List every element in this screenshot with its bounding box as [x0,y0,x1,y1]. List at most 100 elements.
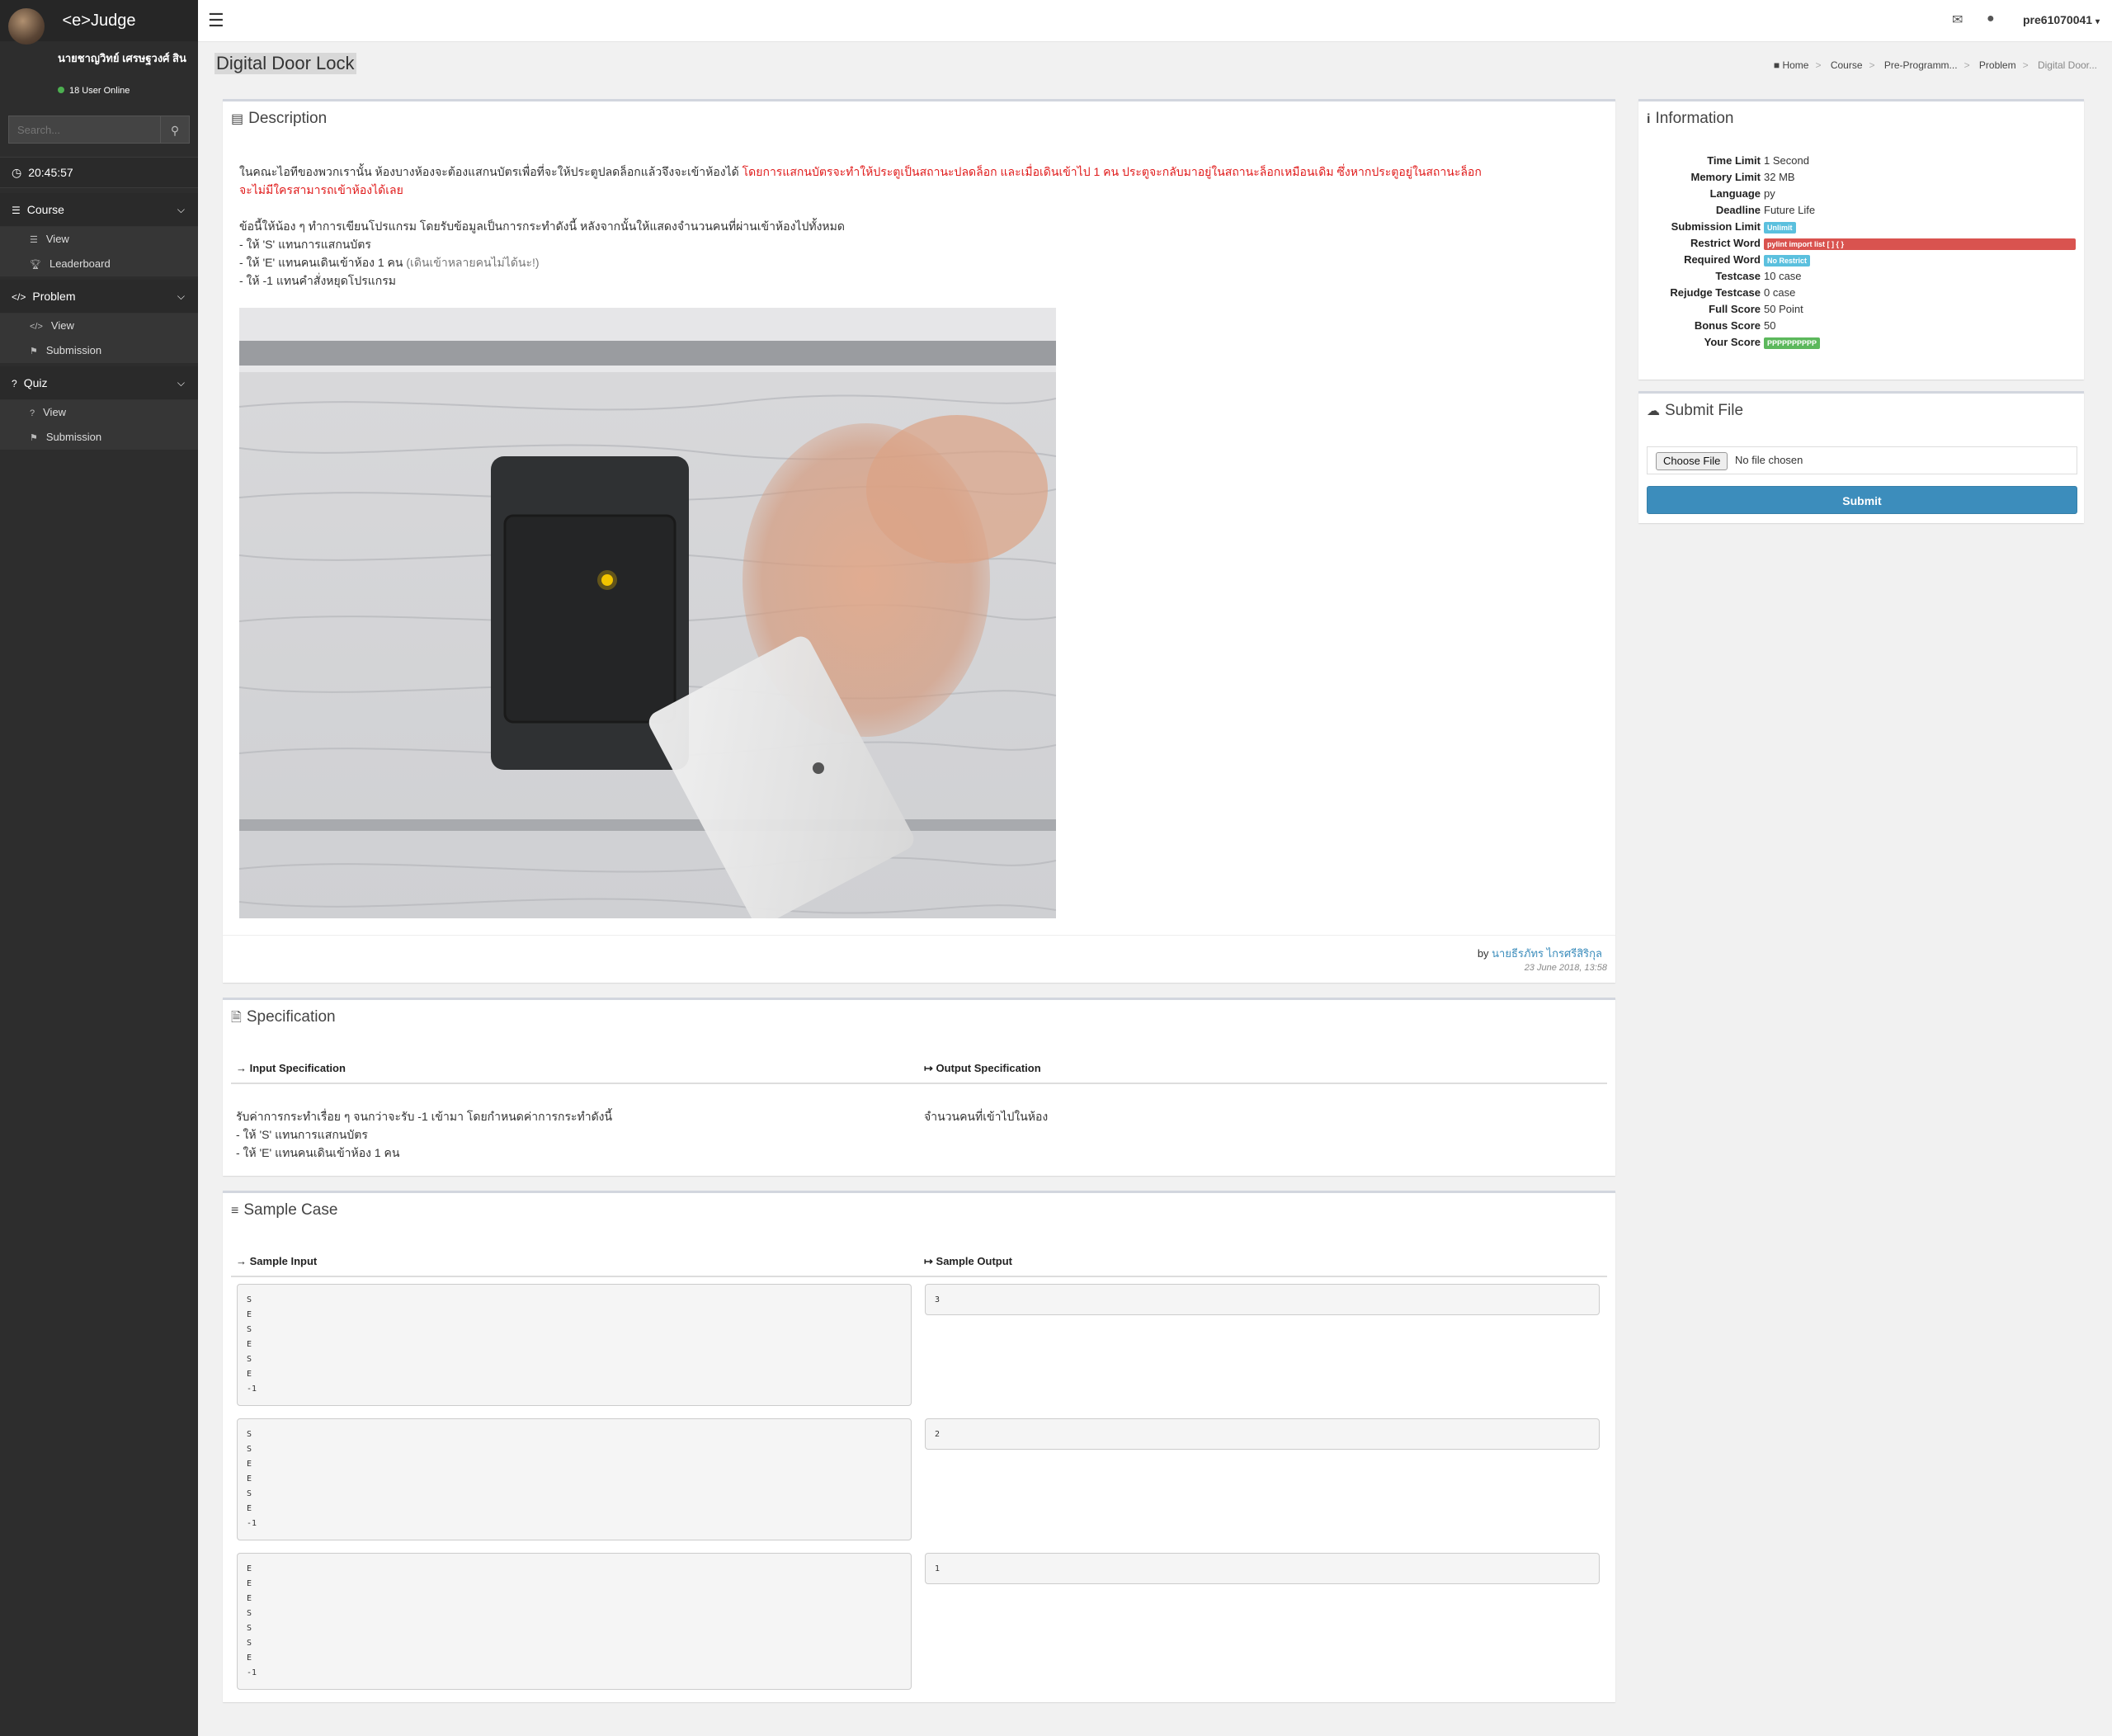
info-label: Language [1709,187,1761,200]
description-para1-highlight: โดยการแสกนบัตรจะทำให้ประตูเป็นสถานะปลดล็… [742,165,1482,178]
info-row-your-score: Your Score PPPPPPPPPP [1638,336,2084,352]
mail-icon[interactable]: ✉︎ [1952,12,1963,28]
breadcrumb-problem[interactable]: Problem [1979,59,2016,71]
info-row-bonus-score: Bonus Score 50 [1638,319,2084,336]
sign-out-icon: ↦ [924,1062,933,1074]
search-button[interactable]: ⚲ [160,116,190,144]
caret-down-icon: ▾ [2095,17,2100,26]
info-value: No Restrict [1764,253,1811,267]
info-label: Bonus Score [1694,319,1761,332]
choose-file-button[interactable]: Choose File [1656,452,1728,470]
info-label: Memory Limit [1690,171,1761,183]
description-para1: ในคณะไอทีของพวกเรานั้น ห้องบางห้องจะต้อง… [239,163,1592,199]
info-row-testcase: Testcase 10 case [1638,270,2084,286]
sample-case-panel: ≡ Sample Case → Sample Input ↦ Sample Out… [223,1191,1615,1702]
file-input[interactable]: Choose File No file chosen [1647,446,2077,474]
sample-input-3[interactable]: E E E S S S E -1 [237,1553,912,1690]
globe-icon[interactable]: ● [1987,12,1995,26]
sample-divider [231,1276,1607,1277]
info-value: 32 MB [1764,171,1795,183]
menu-quiz-submission[interactable]: ⚑ Submission [0,425,198,450]
info-label: Full Score [1709,303,1761,315]
online-status: 18 User Online [58,86,130,96]
menu-quiz-label: Quiz [23,376,48,389]
required-word-badge: No Restrict [1764,255,1811,267]
user-menu-label: pre61070041 [2023,13,2093,26]
sample-output-heading-label: Sample Output [936,1255,1012,1267]
sample-output-2[interactable]: 2 [925,1418,1600,1450]
online-count: 18 User Online [69,86,130,96]
sign-in-icon: → [236,1062,247,1074]
info-row-full-score: Full Score 50 Point [1638,303,2084,319]
breadcrumb-home[interactable]: Home [1782,59,1808,71]
chevron-down-icon: ⌵ [177,204,185,215]
file-text-icon: 🗎︎ [231,1011,242,1025]
info-value: 1 Second [1764,154,1809,167]
author-divider [223,935,1615,936]
info-row-deadline: Deadline Future Life [1638,204,2084,220]
menu-quiz-view[interactable]: ? View [0,400,198,425]
menu-problem-view[interactable]: </> View [0,314,198,338]
door-lock-photo-svg [239,308,1056,918]
avatar [8,8,45,45]
description-heading-label: Description [248,110,328,127]
question-icon: ? [12,378,17,389]
door-lock-photo [239,308,1056,918]
author-by: by [1477,947,1492,960]
specification-heading-label: Specification [246,1008,336,1026]
menu-course-view[interactable]: ☰ View [0,227,198,252]
menu-problem-submission[interactable]: ⚑ Submission [0,338,198,363]
submit-file-heading-label: Submit File [1665,402,1744,419]
menu-course[interactable]: ☰ Course ⌵ [0,193,198,227]
menu-quiz[interactable]: ? Quiz ⌵ [0,366,198,400]
top-navbar: ☰ ✉︎ ● pre61070041 ▾ [198,0,2112,42]
posted-date: 23 June 2018, 13:58 [1524,963,1607,973]
hamburger-menu-icon[interactable]: ☰ [208,12,224,30]
info-value: 50 [1764,319,1776,332]
submit-button[interactable]: Submit [1647,486,2077,514]
info-value: py [1764,187,1775,200]
sign-out-icon: ↦ [924,1255,933,1267]
author-line: by นายธีรภัทร ไกรศรีสิริกุล [1478,945,1602,962]
breadcrumb-pre-programming[interactable]: Pre-Programm... [1884,59,1958,71]
output-spec-heading-label: Output Specification [936,1062,1041,1074]
author-link[interactable]: นายธีรภัทร ไกรศรีสิริกุล [1492,947,1602,960]
description-bullet-s: - ให้ 'S' แทนการแสกนบัตร [239,238,371,251]
info-label: Deadline [1715,204,1761,216]
info-label: Rejudge Testcase [1670,286,1761,299]
ordered-list-icon: ≡ [231,1204,239,1218]
list-icon: ☰ [12,205,21,216]
sample-output-3[interactable]: 1 [925,1553,1600,1584]
input-spec-line2: - ให้ 'S' แทนการแสกนบัตร [236,1128,368,1141]
sample-input-2[interactable]: S S E E S E -1 [237,1418,912,1540]
sign-in-icon: → [236,1255,247,1267]
search-input[interactable] [8,116,160,144]
info-label: Required Word [1684,253,1761,266]
output-spec-text: จำนวนคนที่เข้าไปในห้อง [924,1107,1048,1125]
user-name: นายชาญวิทย์ เศรษฐวงศ์ สิน [58,52,186,64]
info-label: Submission Limit [1671,220,1761,233]
code-icon: </> [12,291,26,303]
menu-problem-view-label: View [50,319,74,332]
input-spec-heading: → Input Specification [236,1062,346,1074]
menu-course-leaderboard[interactable]: 🏆︎ Leaderboard [0,252,198,276]
info-row-rejudge-testcase: Rejudge Testcase 0 case [1638,286,2084,303]
description-heading: ▤ Description [231,110,327,128]
flag-icon: ⚑ [30,433,38,443]
description-para1-highlight-2: จะไม่มีใครสามารถเข้าห้องได้เลย [239,183,403,196]
menu-group-problem: </> Problem ⌵ </> View ⚑ Submission [0,280,198,363]
spec-divider [231,1083,1607,1084]
sample-input-1[interactable]: S E S E S E -1 [237,1284,912,1406]
clock-time: 20:45:57 [28,166,73,179]
menu-problem-submission-label: Submission [45,344,102,356]
sample-output-1[interactable]: 3 [925,1284,1600,1315]
input-spec-line1: รับค่าการกระทำเรื่อย ๆ จนกว่าจะรับ -1 เข… [236,1110,613,1123]
description-text: ในคณะไอทีของพวกเรานั้น ห้องบางห้องจะต้อง… [239,163,1592,290]
breadcrumb-course[interactable]: Course [1831,59,1863,71]
user-menu[interactable]: pre61070041 ▾ [2023,13,2100,26]
menu-problem-label: Problem [32,290,76,303]
menu-problem[interactable]: </> Problem ⌵ [0,280,198,314]
description-bullet-e: - ให้ 'E' แทนคนเดินเข้าห้อง 1 คน (เดินเข… [239,253,1592,271]
sidebar-search: ⚲ [8,116,190,145]
page-title: Digital Door Lock [214,53,356,74]
